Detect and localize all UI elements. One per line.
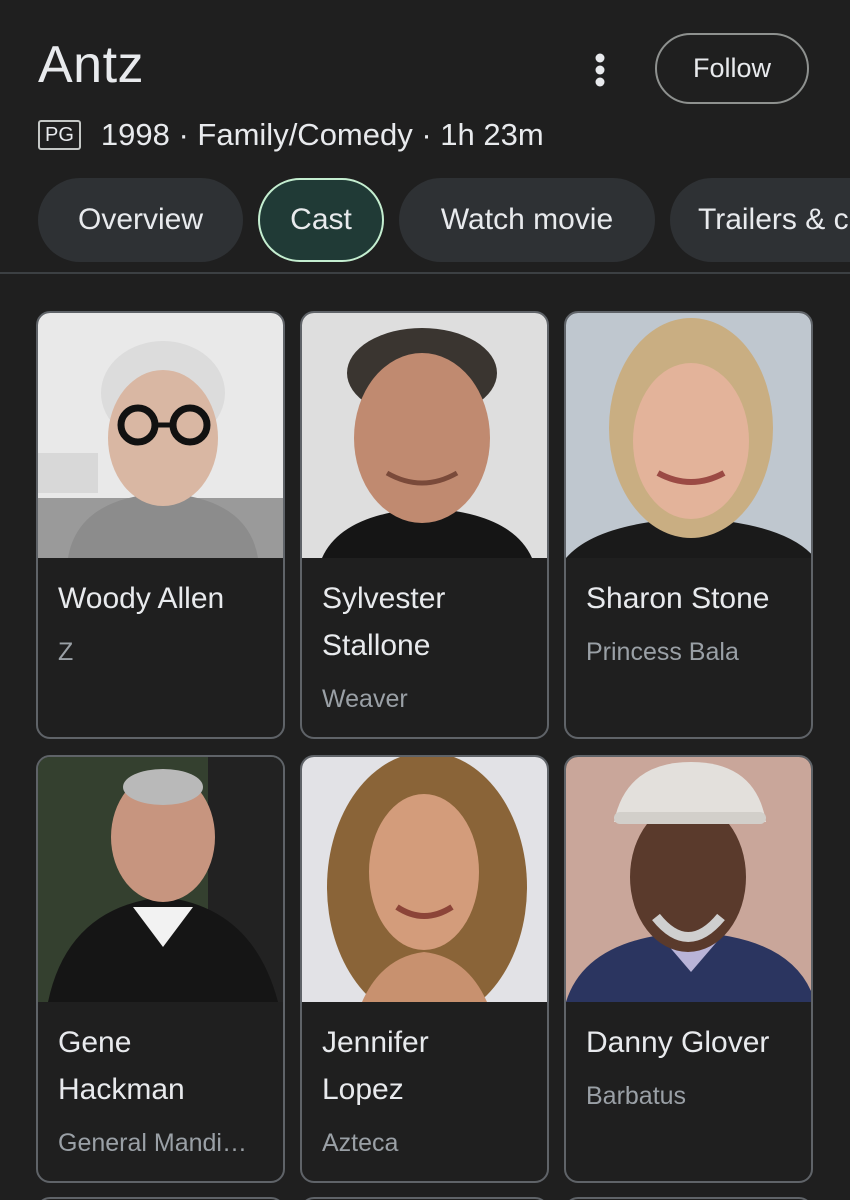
cast-photo [302, 313, 547, 558]
movie-meta: PG 1998 · Family/Comedy · 1h 23m [38, 112, 544, 158]
cast-photo [302, 757, 547, 1002]
cast-name: Jennifer Lopez [322, 1026, 429, 1106]
cast-card[interactable]: Gene Hackman General Mandi… [36, 755, 285, 1183]
cast-role: General Mandi… [58, 1129, 247, 1157]
cast-role: Princess Bala [586, 638, 739, 666]
cast-card[interactable]: Sharon Stone Princess Bala [564, 311, 813, 739]
more-options-button[interactable] [580, 48, 620, 92]
cast-photo [38, 757, 283, 1002]
knowledge-panel: Antz Follow PG 1998 · Family/Comedy · 1h… [0, 0, 850, 1200]
cast-photo [38, 313, 283, 558]
cast-name: Sylvester Stallone [322, 582, 446, 662]
cast-name: Sharon Stone [586, 582, 770, 615]
follow-button[interactable]: Follow [655, 33, 809, 104]
cast-photo [566, 313, 811, 558]
cast-name: Gene Hackman [58, 1026, 185, 1106]
divider [0, 272, 850, 274]
rating-badge: PG [38, 120, 81, 150]
tab-trailers[interactable]: Trailers & clips [670, 178, 850, 262]
cast-card[interactable]: Woody Allen Z [36, 311, 285, 739]
cast-role: Azteca [322, 1129, 399, 1157]
tab-bar: Overview Cast Watch movie Trailers & cli… [38, 178, 850, 262]
cast-card[interactable]: Sylvester Stallone Weaver [300, 311, 549, 739]
tab-watch-movie[interactable]: Watch movie [399, 178, 655, 262]
more-vert-icon [595, 53, 605, 87]
cast-photo [566, 757, 811, 1002]
movie-info: 1998 · Family/Comedy · 1h 23m [100, 117, 544, 152]
cast-card[interactable]: Danny Glover Barbatus [564, 755, 813, 1183]
cast-role: Z [58, 638, 74, 666]
cast-role: Barbatus [586, 1082, 687, 1110]
tab-overview[interactable]: Overview [38, 178, 243, 262]
cast-card[interactable]: Jennifer Lopez Azteca [300, 755, 549, 1183]
cast-name: Woody Allen [58, 582, 225, 615]
page-title: Antz [38, 36, 145, 94]
cast-name: Danny Glover [586, 1026, 770, 1059]
tab-cast[interactable]: Cast [258, 178, 384, 262]
cast-role: Weaver [322, 685, 408, 713]
